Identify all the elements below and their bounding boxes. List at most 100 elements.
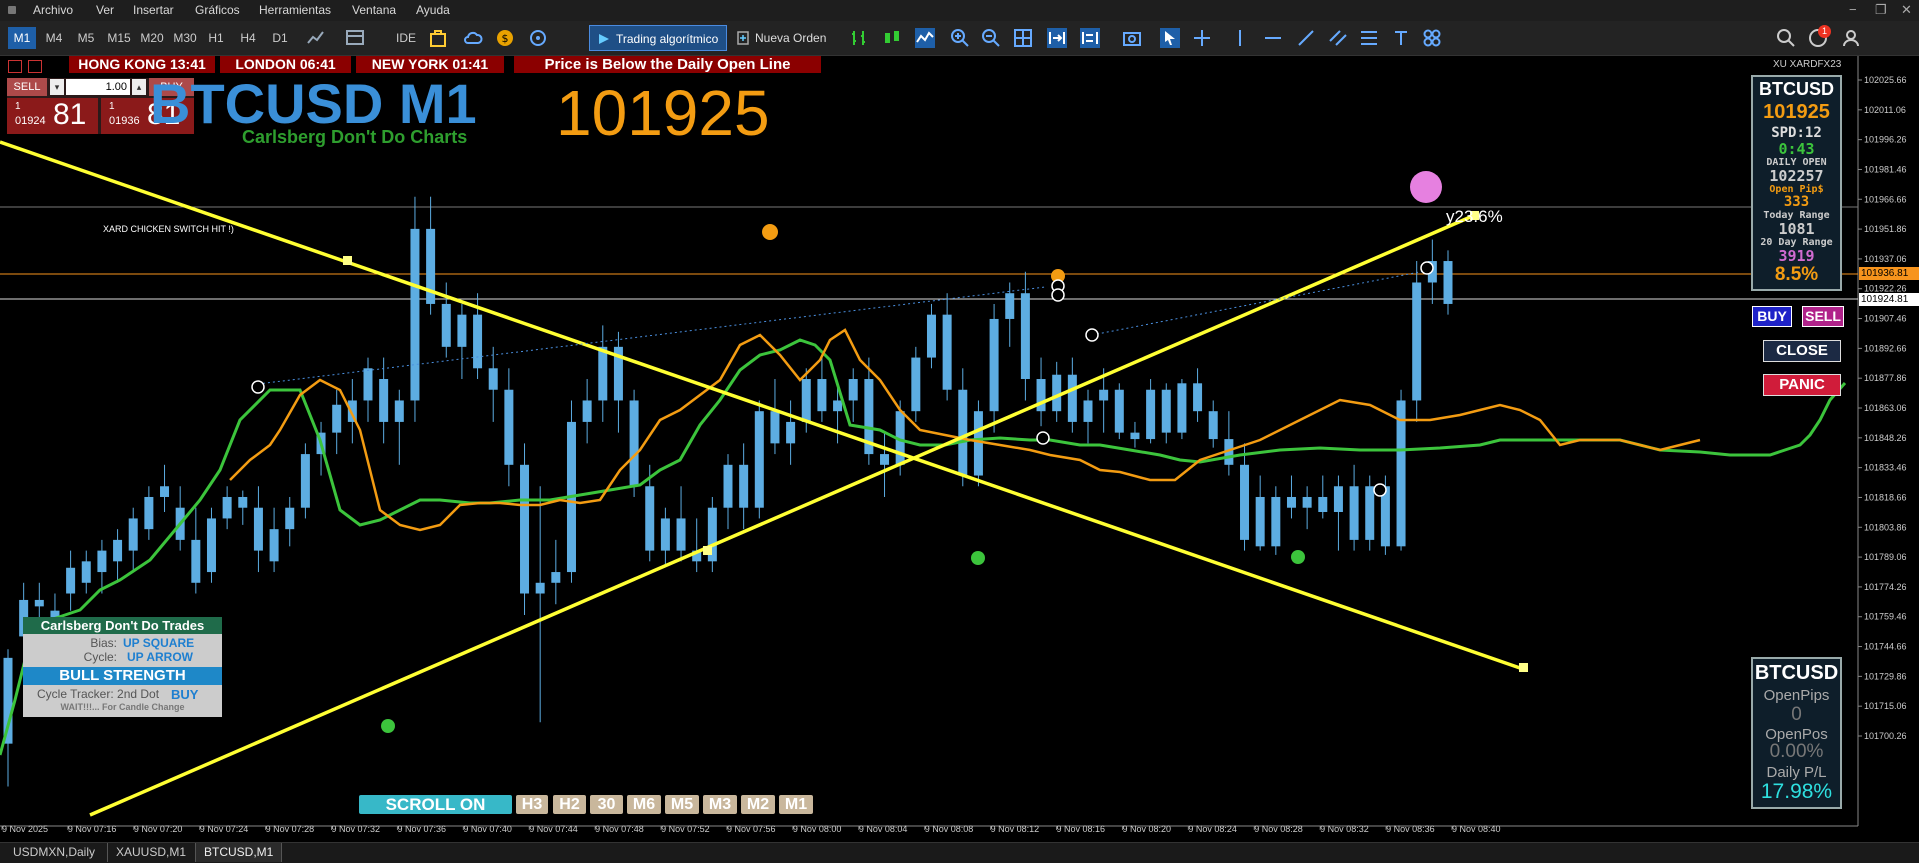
sell-button[interactable]: SELL — [1802, 306, 1844, 327]
fibonacci-icon[interactable] — [1359, 28, 1379, 48]
text-tool-icon[interactable] — [1391, 28, 1411, 48]
trendline-icon[interactable] — [1296, 28, 1316, 48]
tf-m20-button[interactable]: M20 — [137, 27, 167, 49]
time-tick-label: 9 Nov 08:00 — [793, 824, 842, 834]
trendline-anchor — [1519, 663, 1528, 672]
signals-icon[interactable]: $ — [495, 28, 515, 48]
menu-ventana[interactable]: Ventana — [352, 3, 396, 17]
tf-m15-button[interactable]: M15 — [104, 27, 134, 49]
tf-h4-button[interactable]: H4 — [236, 27, 260, 49]
sell-price-button[interactable]: 1 01924 81 — [7, 98, 98, 134]
cursor-icon[interactable] — [1160, 28, 1180, 48]
chart-window-icon[interactable] — [8, 60, 22, 73]
menu-ayuda[interactable]: Ayuda — [416, 3, 450, 17]
time-tick-label: 9 Nov 2025 — [2, 824, 48, 834]
candle — [613, 331, 623, 433]
vertical-line-icon[interactable] — [1230, 28, 1250, 48]
tab-usdmxn[interactable]: USDMXN,Daily — [5, 843, 103, 862]
candle-body — [457, 314, 467, 347]
chart-settings-icon[interactable] — [28, 60, 42, 73]
sell-price-big: 81 — [53, 98, 87, 131]
candle-body — [551, 572, 561, 583]
candle — [457, 303, 467, 380]
volume-up-button[interactable]: ▴ — [132, 79, 146, 95]
crosshair-icon[interactable] — [1192, 28, 1212, 48]
candle-body — [1349, 486, 1359, 540]
price-chart[interactable]: 102025.66102011.06101996.26101981.461019… — [0, 56, 1919, 842]
cycle-row: Cycle: UP ARROW — [23, 650, 222, 665]
candle-body — [629, 400, 639, 487]
tf-m5-button-bottom[interactable]: M5 — [665, 795, 699, 814]
line-chart-icon[interactable] — [915, 28, 935, 48]
tf-m4-button[interactable]: M4 — [40, 27, 68, 49]
buy-price-mid: 01936 — [109, 115, 140, 127]
tf-h1-button[interactable]: H1 — [204, 27, 228, 49]
candle — [128, 507, 138, 573]
volume-down-button[interactable]: ▾ — [50, 79, 64, 95]
chart-type-icon[interactable] — [306, 28, 326, 48]
market-icon[interactable] — [428, 28, 448, 48]
candle — [660, 507, 670, 566]
candle — [191, 507, 201, 594]
menu-herramientas[interactable]: Herramientas — [259, 3, 331, 17]
channel-icon[interactable] — [1328, 28, 1348, 48]
tf-m1-button-bottom[interactable]: M1 — [779, 795, 813, 814]
tf-m2-button[interactable]: M2 — [741, 795, 775, 814]
vps-icon[interactable] — [528, 28, 548, 48]
bar-chart-icon[interactable] — [849, 28, 869, 48]
algo-trading-button[interactable]: Trading algorítmico — [589, 25, 727, 51]
buy-button[interactable]: BUY — [1752, 306, 1792, 327]
tile-windows-icon[interactable] — [1013, 28, 1033, 48]
zoom-out-icon[interactable] — [981, 28, 1001, 48]
scroll-button[interactable]: SCROLL ON — [359, 795, 512, 814]
horizontal-line-icon[interactable] — [1263, 28, 1283, 48]
zoom-in-icon[interactable] — [950, 28, 970, 48]
restore-button[interactable]: ❐ — [1875, 2, 1887, 18]
price-tick-label: 101907.46 — [1864, 314, 1907, 324]
tf-h2-button[interactable]: H2 — [553, 795, 586, 814]
info-today-range: 1081 — [1778, 220, 1815, 238]
new-order-button[interactable]: Nueva Orden — [733, 25, 831, 51]
candle-body — [1333, 486, 1343, 512]
candle-body — [1005, 293, 1015, 319]
candle-body — [441, 303, 451, 347]
tf-d1-button[interactable]: D1 — [268, 27, 292, 49]
templates-icon[interactable] — [345, 28, 365, 48]
menu-archivo[interactable]: Archivo — [33, 3, 73, 17]
tf-h3-button[interactable]: H3 — [516, 795, 548, 814]
shapes-icon[interactable] — [1422, 28, 1442, 48]
minimize-button[interactable]: − — [1849, 2, 1857, 17]
menu-ver[interactable]: Ver — [96, 3, 114, 17]
menu-insertar[interactable]: Insertar — [133, 3, 174, 17]
search-icon[interactable] — [1776, 28, 1796, 48]
menu-graficos[interactable]: Gráficos — [195, 3, 240, 17]
tf-m5-button[interactable]: M5 — [72, 27, 100, 49]
close-window-button[interactable]: ✕ — [1901, 2, 1912, 18]
tf-m30-button[interactable]: M30 — [170, 27, 200, 49]
close-button[interactable]: CLOSE — [1763, 340, 1841, 362]
chart-shift-icon[interactable] — [1080, 28, 1100, 48]
tab-xauusd[interactable]: XAUUSD,M1 — [107, 843, 194, 862]
candle-body — [1083, 400, 1093, 422]
cloud-icon[interactable] — [463, 28, 483, 48]
auto-scroll-icon[interactable] — [1047, 28, 1067, 48]
tf-m1-button[interactable]: M1 — [8, 27, 36, 49]
time-tick-label: 9 Nov 07:56 — [727, 824, 776, 834]
one-click-sell-button[interactable]: SELL — [7, 78, 47, 96]
price-tick-label: 101700.26 — [1864, 731, 1907, 741]
pnl-open-pips: 0 — [1791, 704, 1802, 725]
candle-body — [160, 486, 170, 497]
candle-body — [1161, 389, 1171, 433]
volume-input[interactable] — [66, 79, 130, 95]
tf-m6-button[interactable]: M6 — [627, 795, 661, 814]
tab-btcusd[interactable]: BTCUSD,M1 — [195, 843, 283, 862]
candle — [1224, 411, 1234, 476]
panic-button[interactable]: PANIC — [1763, 374, 1841, 396]
candles-icon[interactable] — [882, 28, 902, 48]
ide-button[interactable]: IDE — [392, 27, 420, 49]
tf-30-button[interactable]: 30 — [590, 795, 623, 814]
profile-icon[interactable] — [1841, 28, 1861, 48]
screenshot-icon[interactable] — [1122, 28, 1142, 48]
candle-body — [1412, 282, 1422, 401]
tf-m3-button[interactable]: M3 — [703, 795, 737, 814]
